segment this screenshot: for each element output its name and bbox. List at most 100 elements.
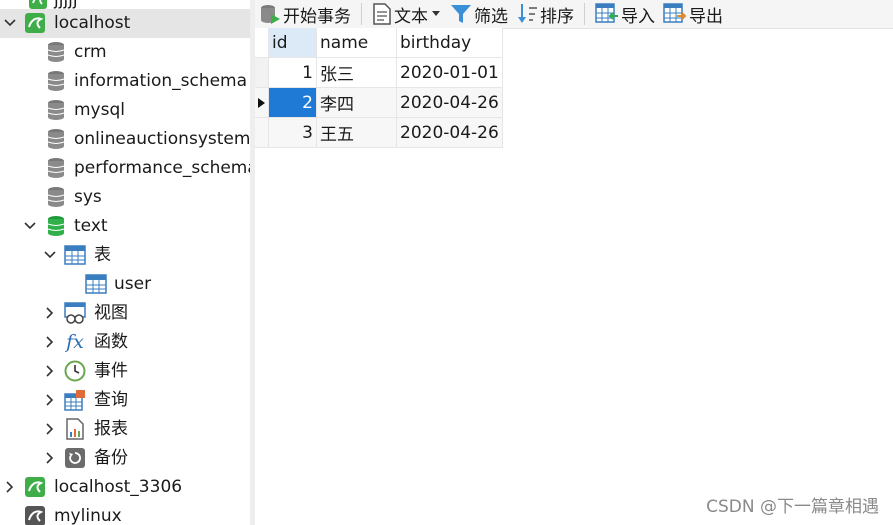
mysql-connection-icon xyxy=(24,12,46,34)
grid-toolbar: 开始事务 文本 筛选 排序 导入 导出 xyxy=(255,0,893,29)
tree-row-db-text[interactable]: text xyxy=(0,212,250,241)
sort-button[interactable]: 排序 xyxy=(512,1,578,27)
table-row[interactable]: 2 李四 2020-04-26 xyxy=(255,87,503,118)
function-icon: fx xyxy=(66,331,84,353)
text-view-label: 文本 xyxy=(394,6,428,27)
chevron-down-icon[interactable] xyxy=(24,218,36,234)
cell-name[interactable]: 李四 xyxy=(316,87,397,118)
toolbar-divider xyxy=(584,3,585,25)
column-header-id[interactable]: id xyxy=(268,28,317,58)
tree-row-reports[interactable]: 报表 xyxy=(0,415,250,444)
chevron-down-icon[interactable] xyxy=(44,247,56,263)
tree-row-db-mysql[interactable]: mysql xyxy=(0,96,250,125)
database-label: performance_schema xyxy=(74,158,251,178)
events-label: 事件 xyxy=(94,361,128,381)
table-row[interactable]: 1 张三 2020-01-01 xyxy=(255,57,503,88)
tree-row-events[interactable]: 事件 xyxy=(0,357,250,386)
chevron-right-icon[interactable] xyxy=(44,450,56,466)
report-icon xyxy=(64,418,86,440)
row-marker[interactable] xyxy=(255,57,269,88)
chevron-right-icon[interactable] xyxy=(44,392,56,408)
toolbar-divider xyxy=(361,3,362,25)
functions-label: 函数 xyxy=(94,332,128,352)
chevron-right-icon[interactable] xyxy=(44,363,56,379)
tree-row-db-sys[interactable]: sys xyxy=(0,183,250,212)
backup-icon xyxy=(64,447,86,469)
export-icon xyxy=(663,3,687,23)
mysql-connection-icon xyxy=(24,505,46,525)
backups-label: 备份 xyxy=(94,448,128,468)
row-marker-header xyxy=(255,28,269,58)
cell-birthday[interactable]: 2020-04-26 xyxy=(396,87,503,118)
tree-row-table-user[interactable]: user xyxy=(0,270,250,299)
current-row-arrow-icon xyxy=(258,97,265,108)
cell-id[interactable]: 2 xyxy=(268,87,317,118)
navigator-sidebar: jjjjj localhost crm information_schema m… xyxy=(0,0,251,525)
cell-id[interactable]: 1 xyxy=(268,57,317,88)
database-icon xyxy=(45,41,67,63)
row-marker[interactable] xyxy=(255,117,269,148)
import-label: 导入 xyxy=(621,6,655,27)
table-folder-icon xyxy=(64,244,86,266)
export-label: 导出 xyxy=(689,6,723,27)
tables-label: 表 xyxy=(94,245,111,265)
export-button[interactable]: 导出 xyxy=(659,1,727,27)
cell-birthday[interactable]: 2020-01-01 xyxy=(396,57,503,88)
column-header-name[interactable]: name xyxy=(316,28,397,58)
tree-row-localhost[interactable]: localhost xyxy=(0,9,250,38)
dropdown-caret-icon[interactable] xyxy=(432,11,440,17)
database-open-icon xyxy=(45,215,67,237)
tree-row-tables[interactable]: 表 xyxy=(0,241,250,270)
begin-transaction-button[interactable]: 开始事务 xyxy=(255,1,355,27)
watermark: CSDN @下一篇章相遇 xyxy=(706,497,879,517)
filter-label: 筛选 xyxy=(474,6,508,27)
cell-name[interactable]: 张三 xyxy=(316,57,397,88)
clock-icon xyxy=(64,360,86,382)
chevron-right-icon[interactable] xyxy=(44,421,56,437)
grid-header-row: id name birthday xyxy=(255,28,503,58)
database-icon xyxy=(45,157,67,179)
sort-label: 排序 xyxy=(540,6,574,27)
tree-row-mylinux[interactable]: mylinux xyxy=(0,502,250,525)
tree-row-db-crm[interactable]: crm xyxy=(0,38,250,67)
table-icon xyxy=(85,273,107,295)
tree-row-localhost-3306[interactable]: localhost_3306 xyxy=(0,473,250,502)
filter-button[interactable]: 筛选 xyxy=(446,1,512,27)
document-icon xyxy=(373,3,391,25)
connection-label: mylinux xyxy=(54,506,122,525)
table-row[interactable]: 3 王五 2020-04-26 xyxy=(255,117,503,148)
sort-icon xyxy=(518,4,537,23)
tree-row-functions[interactable]: fx 函数 xyxy=(0,328,250,357)
cell-id[interactable]: 3 xyxy=(268,117,317,148)
tree-row-db-information-schema[interactable]: information_schema xyxy=(0,67,250,96)
database-icon xyxy=(45,99,67,121)
data-grid: id name birthday 1 张三 2020-01-01 2 李四 20… xyxy=(255,28,503,148)
cell-name[interactable]: 王五 xyxy=(316,117,397,148)
tree-row-db-onlineauctionsystem[interactable]: onlineauctionsystem xyxy=(0,125,250,154)
views-label: 视图 xyxy=(94,303,128,323)
filter-icon xyxy=(451,5,471,23)
import-button[interactable]: 导入 xyxy=(591,1,659,27)
transaction-icon xyxy=(261,5,280,24)
view-icon xyxy=(64,302,86,324)
tree-row-views[interactable]: 视图 xyxy=(0,299,250,328)
text-view-button[interactable]: 文本 xyxy=(368,1,446,27)
tree-row-db-performance-schema[interactable]: performance_schema xyxy=(0,154,250,183)
cell-birthday[interactable]: 2020-04-26 xyxy=(396,117,503,148)
table-label: user xyxy=(114,274,152,294)
begin-transaction-label: 开始事务 xyxy=(283,6,351,27)
column-header-birthday[interactable]: birthday xyxy=(396,28,503,58)
database-label: sys xyxy=(74,187,102,207)
current-row-marker[interactable] xyxy=(255,87,269,118)
chevron-right-icon[interactable] xyxy=(44,334,56,350)
chevron-right-icon[interactable] xyxy=(4,479,16,495)
database-icon xyxy=(45,70,67,92)
database-icon xyxy=(45,186,67,208)
queries-label: 查询 xyxy=(94,390,128,410)
chevron-right-icon[interactable] xyxy=(44,305,56,321)
tree-row-queries[interactable]: 查询 xyxy=(0,386,250,415)
chevron-down-icon[interactable] xyxy=(4,15,16,31)
tree-row-backups[interactable]: 备份 xyxy=(0,444,250,473)
connection-label: localhost xyxy=(54,13,131,33)
mysql-connection-icon xyxy=(24,476,46,498)
